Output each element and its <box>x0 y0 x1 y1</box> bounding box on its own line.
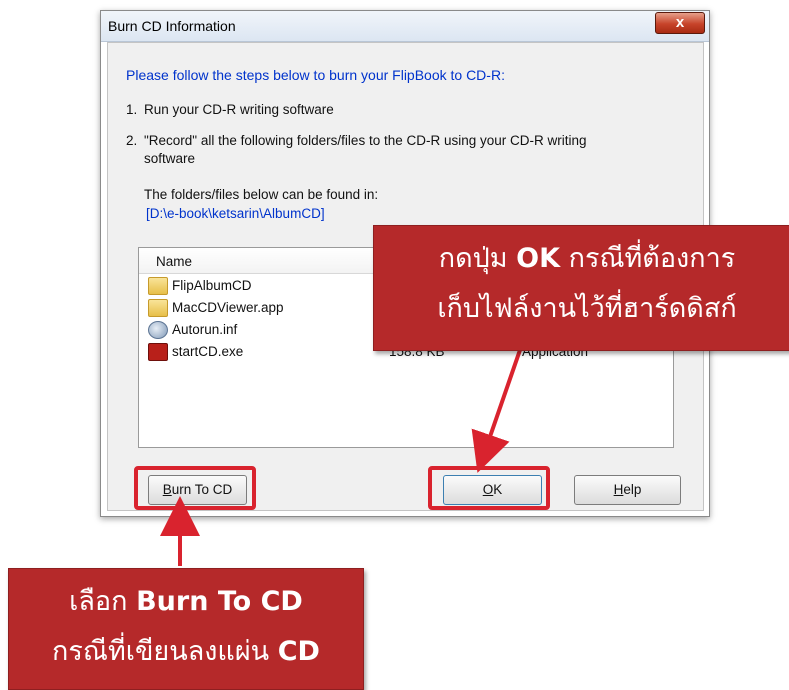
ok-callout: กดปุ่ม OK กรณีที่ต้องการ เก็บไฟล์งานไว้ท… <box>373 225 789 351</box>
close-button[interactable]: x <box>655 12 705 34</box>
ok-accel-key: O <box>482 482 494 497</box>
ok-button[interactable]: OK <box>443 475 542 505</box>
callout-text: กดปุ่ม <box>438 243 517 274</box>
callout-text: กรณีที่เขียนลงแผ่น <box>52 636 278 667</box>
application-icon <box>148 343 168 361</box>
help-accel-key: H <box>613 482 624 497</box>
title-bar: Burn CD Information x <box>101 11 709 42</box>
burn-callout-line2: กรณีที่เขียนลงแผ่น CD <box>9 629 363 675</box>
step-number: 2. <box>126 133 138 148</box>
callout-keyword: Burn To CD <box>136 586 303 617</box>
window-title: Burn CD Information <box>108 18 236 34</box>
step-text: Run your CD-R writing software <box>144 102 334 117</box>
instructions-heading: Please follow the steps below to burn yo… <box>126 67 505 83</box>
callout-text: กรณีที่ต้องการ <box>560 243 736 274</box>
callout-keyword: OK <box>516 243 561 274</box>
ok-callout-line2: เก็บไฟล์งานไว้ที่ฮาร์ดดิสก์ <box>437 293 737 324</box>
column-header-name[interactable]: Name <box>156 254 192 269</box>
settings-file-icon <box>148 321 168 339</box>
location-label: The folders/files below can be found in: <box>144 187 379 202</box>
folder-icon <box>148 299 168 317</box>
help-button[interactable]: Help <box>574 475 681 505</box>
step-text: "Record" all the following folders/files… <box>144 133 587 166</box>
file-name: Autorun.inf <box>172 322 238 337</box>
file-name: MacCDViewer.app <box>172 300 284 315</box>
burn-callout-line1: เลือก Burn To CD <box>9 579 363 625</box>
folder-path-link[interactable]: [D:\e-book\ketsarin\AlbumCD] <box>146 206 325 221</box>
burn-accel-key: B <box>162 482 172 497</box>
burn-callout: เลือก Burn To CD กรณีที่เขียนลงแผ่น CD <box>8 568 364 690</box>
folder-icon <box>148 277 168 295</box>
help-label: elp <box>623 482 642 497</box>
file-name: FlipAlbumCD <box>172 278 252 293</box>
callout-text: เลือก <box>69 586 137 617</box>
close-icon: x <box>675 14 685 31</box>
burn-to-cd-button[interactable]: Burn To CD <box>148 475 247 505</box>
ok-label: K <box>493 482 503 497</box>
callout-keyword: CD <box>277 636 320 667</box>
file-name: startCD.exe <box>172 344 244 359</box>
step-number: 1. <box>126 102 138 117</box>
burn-label: urn To CD <box>171 482 233 497</box>
ok-callout-line1: กดปุ่ม OK กรณีที่ต้องการ <box>374 236 789 282</box>
